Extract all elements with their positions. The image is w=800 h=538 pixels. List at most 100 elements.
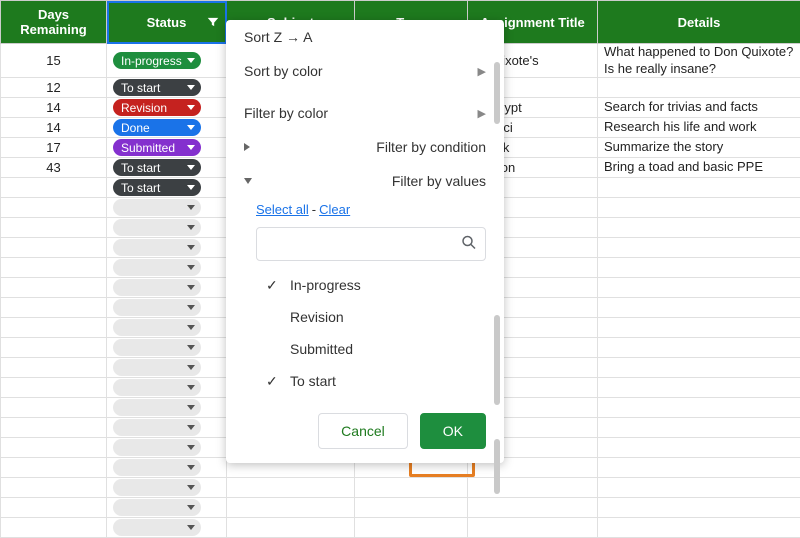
menu-filter-by-condition[interactable]: Filter by condition bbox=[226, 130, 504, 164]
cell-details[interactable] bbox=[598, 198, 800, 218]
cell-days[interactable] bbox=[1, 378, 107, 398]
scrollbar-thumb[interactable] bbox=[494, 439, 500, 494]
status-chip-empty[interactable] bbox=[113, 439, 201, 456]
cell-type[interactable] bbox=[355, 518, 468, 538]
status-chip-empty[interactable] bbox=[113, 299, 201, 316]
cell-days[interactable] bbox=[1, 338, 107, 358]
cell-status[interactable] bbox=[107, 358, 227, 378]
cell-days[interactable] bbox=[1, 498, 107, 518]
status-chip[interactable]: Submitted bbox=[113, 139, 201, 156]
cell-days[interactable]: 15 bbox=[1, 44, 107, 78]
cell-status[interactable] bbox=[107, 318, 227, 338]
cell-status[interactable] bbox=[107, 218, 227, 238]
cell-subject[interactable] bbox=[227, 478, 355, 498]
cell-days[interactable] bbox=[1, 238, 107, 258]
col-header-details[interactable]: Details bbox=[598, 1, 800, 44]
cell-details[interactable] bbox=[598, 438, 800, 458]
filter-value-item[interactable]: Revision bbox=[256, 301, 486, 333]
menu-sort-by-color[interactable]: Sort by color ▶ bbox=[226, 54, 504, 88]
cell-details[interactable] bbox=[598, 278, 800, 298]
cell-days[interactable] bbox=[1, 178, 107, 198]
cell-status[interactable]: Submitted bbox=[107, 138, 227, 158]
table-row[interactable] bbox=[1, 498, 800, 518]
cell-assignment[interactable] bbox=[468, 478, 598, 498]
cell-status[interactable]: To start bbox=[107, 158, 227, 178]
cell-details[interactable]: What happened to Don Quixote? Is he real… bbox=[598, 44, 800, 78]
status-chip[interactable]: To start bbox=[113, 179, 201, 196]
cell-days[interactable] bbox=[1, 258, 107, 278]
cell-status[interactable]: In-progress bbox=[107, 44, 227, 78]
status-chip-empty[interactable] bbox=[113, 259, 201, 276]
cell-days[interactable]: 14 bbox=[1, 98, 107, 118]
status-chip-empty[interactable] bbox=[113, 399, 201, 416]
cell-subject[interactable] bbox=[227, 518, 355, 538]
cell-days[interactable] bbox=[1, 198, 107, 218]
cell-details[interactable] bbox=[598, 218, 800, 238]
filter-value-item[interactable]: Submitted bbox=[256, 333, 486, 365]
clear-link[interactable]: Clear bbox=[319, 202, 350, 217]
cell-status[interactable] bbox=[107, 418, 227, 438]
filter-icon[interactable] bbox=[206, 15, 220, 29]
cell-days[interactable]: 12 bbox=[1, 78, 107, 98]
cell-status[interactable] bbox=[107, 238, 227, 258]
status-chip[interactable]: Done bbox=[113, 119, 201, 136]
cell-status[interactable]: Revision bbox=[107, 98, 227, 118]
cell-details[interactable] bbox=[598, 518, 800, 538]
status-chip-empty[interactable] bbox=[113, 499, 201, 516]
cell-details[interactable]: Summarize the story bbox=[598, 138, 800, 158]
cell-days[interactable] bbox=[1, 418, 107, 438]
status-chip-empty[interactable] bbox=[113, 199, 201, 216]
cell-status[interactable] bbox=[107, 458, 227, 478]
status-chip[interactable]: In-progress bbox=[113, 52, 201, 69]
cell-days[interactable] bbox=[1, 398, 107, 418]
col-header-status[interactable]: Status bbox=[107, 1, 227, 44]
status-chip[interactable]: Revision bbox=[113, 99, 201, 116]
cell-status[interactable] bbox=[107, 198, 227, 218]
cell-details[interactable] bbox=[598, 398, 800, 418]
cell-details[interactable] bbox=[598, 358, 800, 378]
cell-details[interactable] bbox=[598, 318, 800, 338]
filter-value-item[interactable]: ✓To start bbox=[256, 365, 486, 397]
cell-days[interactable] bbox=[1, 518, 107, 538]
cancel-button[interactable]: Cancel bbox=[318, 413, 408, 449]
status-chip-empty[interactable] bbox=[113, 519, 201, 536]
status-chip-empty[interactable] bbox=[113, 459, 201, 476]
status-chip[interactable]: To start bbox=[113, 159, 201, 176]
menu-filter-by-color[interactable]: Filter by color ▶ bbox=[226, 96, 504, 130]
cell-status[interactable] bbox=[107, 398, 227, 418]
cell-details[interactable] bbox=[598, 338, 800, 358]
cell-details[interactable] bbox=[598, 178, 800, 198]
filter-value-item[interactable]: ✓In-progress bbox=[256, 269, 486, 301]
scrollbar-thumb[interactable] bbox=[494, 62, 500, 124]
cell-details[interactable]: Research his life and work bbox=[598, 118, 800, 138]
status-chip-empty[interactable] bbox=[113, 379, 201, 396]
cell-type[interactable] bbox=[355, 478, 468, 498]
menu-filter-by-values[interactable]: Filter by values bbox=[226, 164, 504, 198]
cell-days[interactable]: 17 bbox=[1, 138, 107, 158]
cell-status[interactable] bbox=[107, 338, 227, 358]
select-all-link[interactable]: Select all bbox=[256, 202, 309, 217]
col-header-days[interactable]: Days Remaining bbox=[1, 1, 107, 44]
cell-assignment[interactable] bbox=[468, 518, 598, 538]
scrollbar-thumb[interactable] bbox=[494, 315, 500, 405]
cell-status[interactable] bbox=[107, 278, 227, 298]
cell-status[interactable] bbox=[107, 378, 227, 398]
cell-days[interactable] bbox=[1, 478, 107, 498]
cell-days[interactable] bbox=[1, 318, 107, 338]
cell-details[interactable]: Bring a toad and basic PPE bbox=[598, 158, 800, 178]
filter-search-input[interactable] bbox=[256, 227, 486, 261]
cell-status[interactable] bbox=[107, 518, 227, 538]
ok-button[interactable]: OK bbox=[420, 413, 486, 449]
cell-status[interactable] bbox=[107, 438, 227, 458]
cell-status[interactable]: To start bbox=[107, 78, 227, 98]
cell-days[interactable] bbox=[1, 298, 107, 318]
cell-details[interactable] bbox=[598, 458, 800, 478]
status-chip-empty[interactable] bbox=[113, 319, 201, 336]
cell-status[interactable] bbox=[107, 298, 227, 318]
cell-details[interactable] bbox=[598, 378, 800, 398]
cell-details[interactable] bbox=[598, 298, 800, 318]
cell-status[interactable] bbox=[107, 478, 227, 498]
cell-days[interactable] bbox=[1, 278, 107, 298]
cell-details[interactable]: Search for trivias and facts bbox=[598, 98, 800, 118]
cell-status[interactable]: Done bbox=[107, 118, 227, 138]
